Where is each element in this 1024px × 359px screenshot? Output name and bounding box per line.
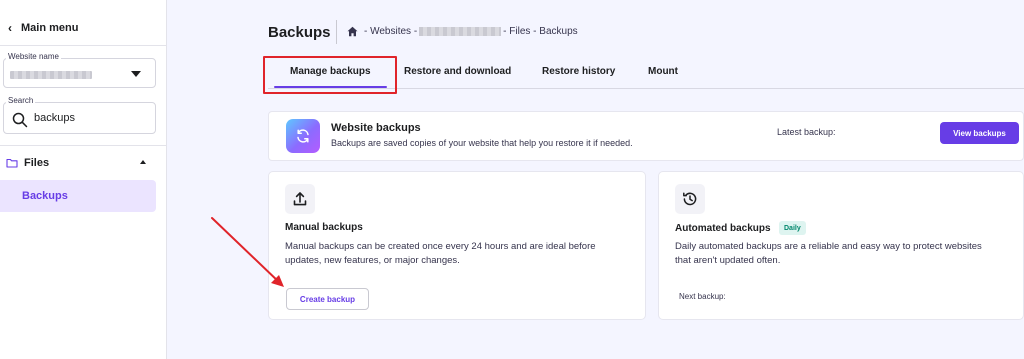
- automated-backups-description: Daily automated backups are a reliable a…: [675, 241, 982, 266]
- search-input[interactable]: Search backups: [3, 96, 156, 134]
- sidebar: ‹ Main menu Website name Search backups …: [0, 0, 167, 359]
- chevron-left-icon: ‹: [8, 21, 12, 35]
- main-menu-link[interactable]: ‹ Main menu: [8, 20, 78, 36]
- divider: [0, 145, 167, 146]
- website-backups-card: Website backups Backups are saved copies…: [268, 111, 1024, 161]
- automated-backups-card: Automated backups Daily Daily automated …: [658, 171, 1024, 320]
- daily-badge: Daily: [779, 221, 806, 235]
- next-backup-label: Next backup:: [679, 292, 726, 301]
- website-name-value-redacted: [10, 71, 92, 79]
- website-name-select[interactable]: Website name: [3, 52, 156, 88]
- history-icon: [675, 184, 705, 214]
- search-value: backups: [34, 112, 75, 124]
- latest-backup-label: Latest backup:: [777, 127, 836, 137]
- caret-down-icon: [131, 71, 141, 77]
- backup-sync-icon: [286, 119, 320, 153]
- main-menu-label: Main menu: [21, 22, 79, 34]
- page-title: Backups: [268, 24, 331, 41]
- website-backups-title: Website backups: [331, 122, 421, 134]
- annotation-arrow: [211, 217, 284, 287]
- search-label: Search: [6, 96, 36, 105]
- manual-backups-description: Manual backups can be created once every…: [285, 241, 596, 266]
- caret-up-icon: [140, 160, 146, 164]
- tab-mount[interactable]: Mount: [648, 66, 678, 77]
- folder-icon: [6, 158, 18, 168]
- home-icon[interactable]: [347, 26, 358, 37]
- search-icon: [12, 112, 28, 128]
- website-backups-description: Backups are saved copies of your website…: [331, 138, 633, 148]
- create-backup-button[interactable]: Create backup: [286, 288, 369, 310]
- sidebar-item-files-label: Files: [24, 157, 50, 169]
- breadcrumb-websites[interactable]: - Websites -: [364, 26, 417, 37]
- sidebar-item-backups[interactable]: Backups: [0, 180, 156, 212]
- annotation-highlight-box: [263, 56, 397, 94]
- manual-backups-card: Manual backups Manual backups can be cre…: [268, 171, 646, 320]
- sidebar-item-files[interactable]: Files: [6, 156, 156, 170]
- website-name-label: Website name: [6, 52, 61, 61]
- view-backups-button[interactable]: View backups: [940, 122, 1019, 144]
- manual-backups-title: Manual backups: [285, 222, 363, 233]
- breadcrumb: - Websites - - Files - Backups: [347, 26, 578, 37]
- tab-restore-and-download[interactable]: Restore and download: [404, 66, 511, 77]
- upload-icon: [285, 184, 315, 214]
- tab-restore-history[interactable]: Restore history: [542, 66, 615, 77]
- automated-backups-title: Automated backups: [675, 223, 771, 234]
- breadcrumb-website-redacted[interactable]: [419, 27, 502, 36]
- sidebar-item-backups-label: Backups: [22, 190, 68, 202]
- divider: [0, 45, 167, 46]
- divider: [336, 20, 337, 44]
- breadcrumb-files-backups[interactable]: - Files - Backups: [503, 26, 577, 37]
